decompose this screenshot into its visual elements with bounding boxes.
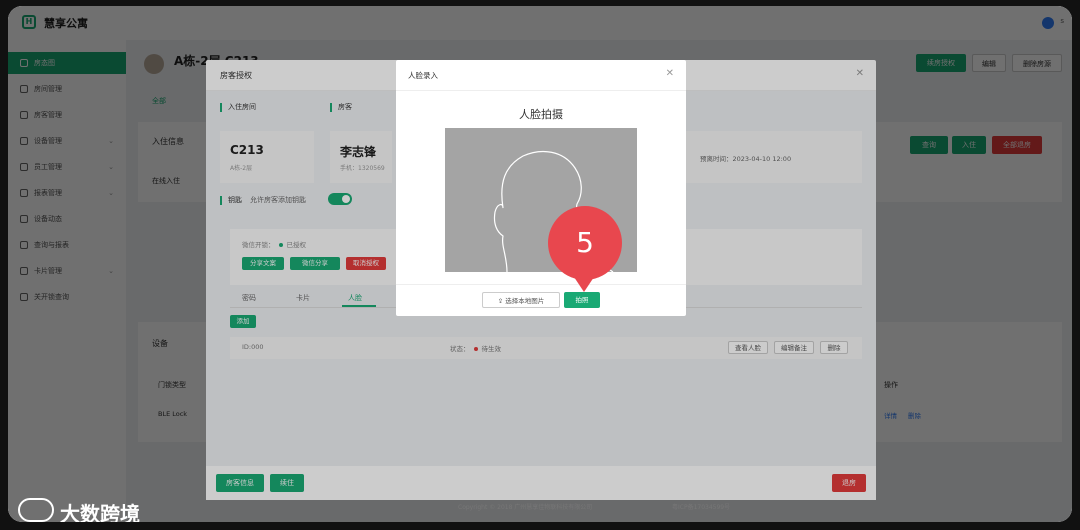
divider	[396, 284, 686, 285]
watermark-text: 大数跨境	[60, 502, 140, 522]
face-dialog-title: 人脸录入	[408, 71, 438, 80]
icp-text: 粤ICP备17034599号	[672, 504, 731, 511]
device-frame: H 慧享公寓 s 房态图 房间管理 房客管理 设备管理 ⌄ 员工管理 ⌄ 报表管理 ⌄…	[0, 0, 1080, 530]
step-marker-pointer	[568, 268, 600, 292]
copyright-text: Copyright © 2018 广州慧享佳物联科技有限公司	[458, 504, 593, 511]
upload-local-image-button[interactable]: ⇪ 选择本地图片	[482, 292, 560, 308]
take-photo-button[interactable]: 拍照	[564, 292, 600, 308]
watermark-logo-icon	[18, 498, 54, 522]
face-heading: 人脸拍摄	[519, 108, 563, 121]
app-screen: H 慧享公寓 s 房态图 房间管理 房客管理 设备管理 ⌄ 员工管理 ⌄ 报表管理 ⌄…	[8, 6, 1072, 522]
face-capture-dialog: 人脸录入 ✕ 人脸拍摄 ⇪ 选择本地图片 拍照	[396, 60, 686, 316]
close-icon[interactable]: ✕	[666, 68, 674, 79]
divider	[396, 90, 686, 91]
